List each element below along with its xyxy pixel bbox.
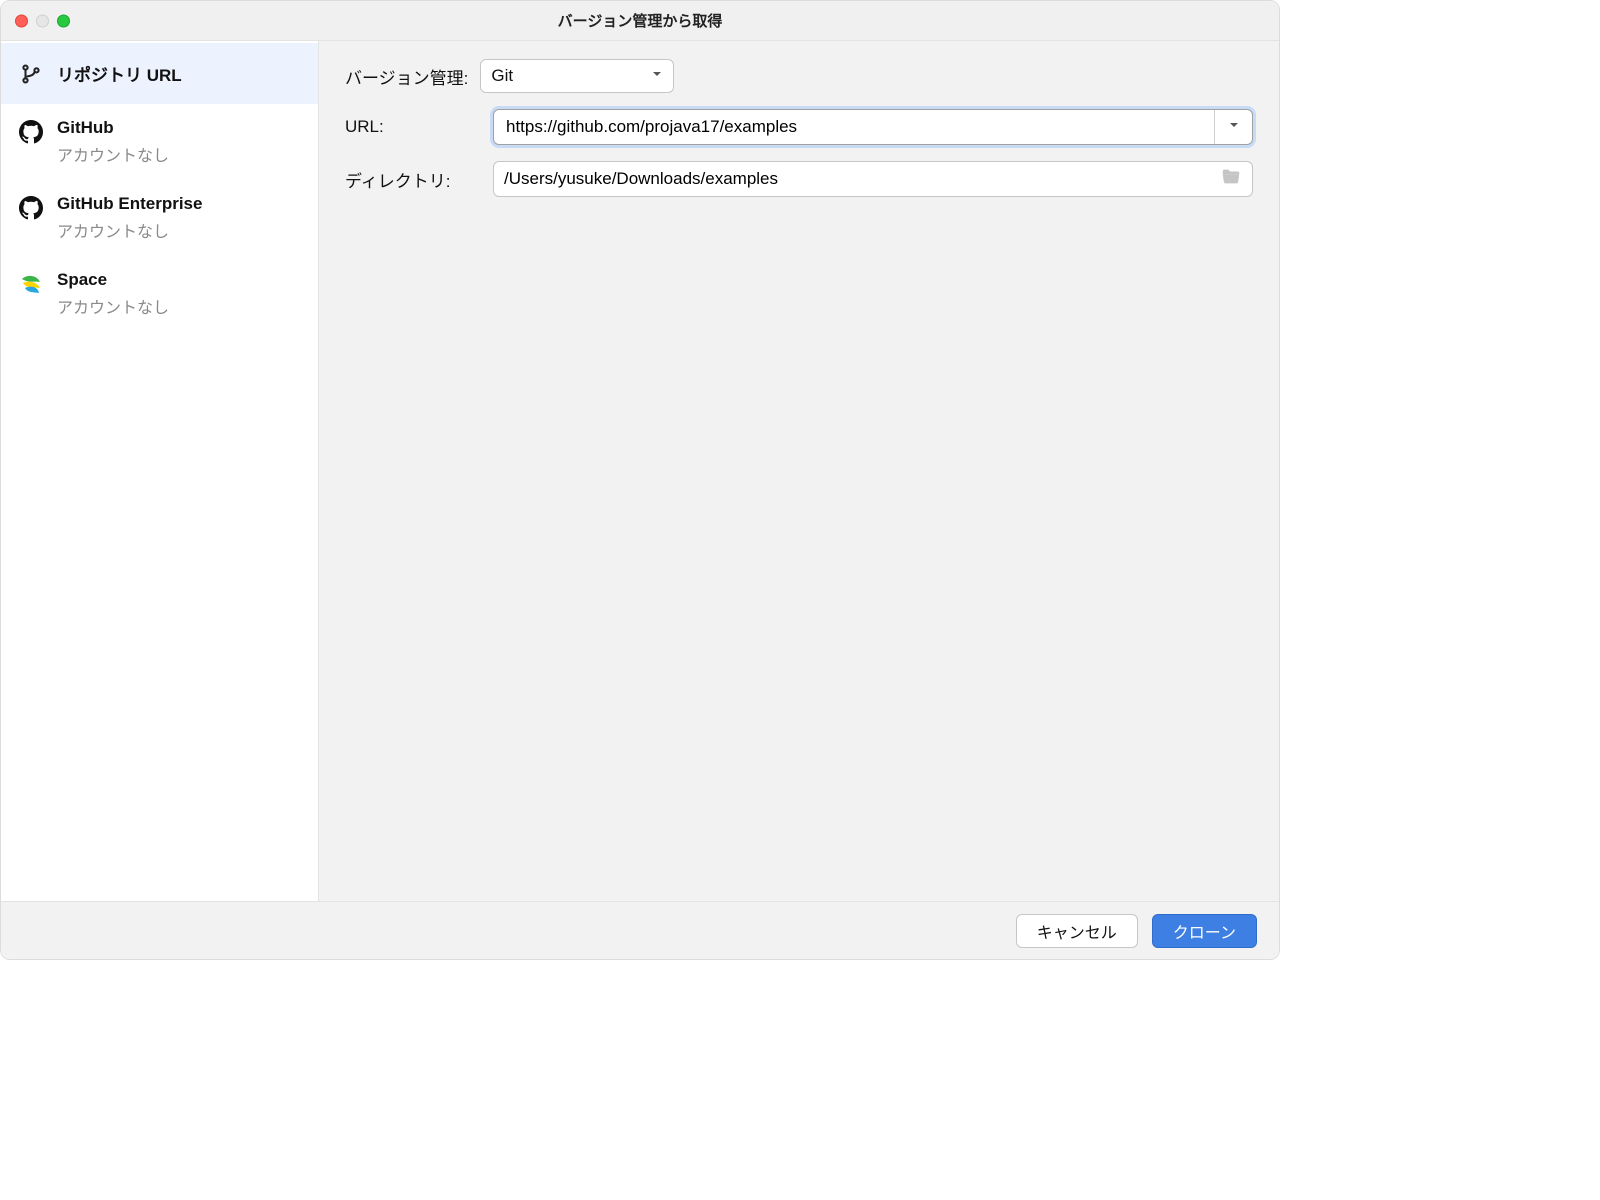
vcs-select-value: Git (491, 66, 513, 86)
sidebar-item-github[interactable]: GitHub アカウントなし (1, 104, 318, 180)
titlebar: バージョン管理から取得 (1, 1, 1279, 41)
main-panel: バージョン管理: Git URL: ディレクトリ: (319, 41, 1279, 901)
sidebar-item-label: リポジトリ URL (57, 61, 182, 86)
branch-icon (19, 62, 43, 86)
sidebar-item-label: GitHub (57, 118, 169, 138)
dialog-footer: キャンセル クローン (1, 901, 1279, 959)
cancel-button-label: キャンセル (1037, 919, 1117, 943)
sidebar-item-subtitle: アカウントなし (57, 218, 202, 242)
chevron-down-icon (651, 67, 663, 85)
space-icon (19, 272, 43, 296)
sidebar: リポジトリ URL GitHub アカウントなし GitHub Enterpri (1, 41, 319, 901)
url-history-button[interactable] (1214, 110, 1252, 144)
clone-button[interactable]: クローン (1152, 914, 1257, 948)
sidebar-item-repository-url[interactable]: リポジトリ URL (1, 43, 318, 104)
url-field-wrap (493, 109, 1253, 145)
sidebar-item-label: Space (57, 270, 169, 290)
minimize-window-button[interactable] (36, 14, 49, 27)
sidebar-item-subtitle: アカウントなし (57, 142, 169, 166)
url-label: URL: (345, 117, 384, 137)
directory-label: ディレクトリ: (345, 167, 451, 192)
sidebar-item-subtitle: アカウントなし (57, 294, 169, 318)
cancel-button[interactable]: キャンセル (1016, 914, 1138, 948)
github-icon (19, 120, 43, 144)
window-controls (15, 14, 70, 27)
chevron-down-icon (1228, 118, 1240, 136)
github-icon (19, 196, 43, 220)
sidebar-item-label: GitHub Enterprise (57, 194, 202, 214)
window-title: バージョン管理から取得 (1, 10, 1279, 31)
directory-field-wrap (493, 161, 1253, 197)
zoom-window-button[interactable] (57, 14, 70, 27)
vcs-select[interactable]: Git (480, 59, 674, 93)
clone-button-label: クローン (1173, 919, 1236, 943)
close-window-button[interactable] (15, 14, 28, 27)
sidebar-item-github-enterprise[interactable]: GitHub Enterprise アカウントなし (1, 180, 318, 256)
sidebar-item-space[interactable]: Space アカウントなし (1, 256, 318, 332)
url-input[interactable] (494, 110, 1214, 144)
vcs-label: バージョン管理: (345, 64, 468, 89)
directory-input[interactable] (504, 169, 1220, 189)
browse-folder-button[interactable] (1220, 166, 1242, 193)
